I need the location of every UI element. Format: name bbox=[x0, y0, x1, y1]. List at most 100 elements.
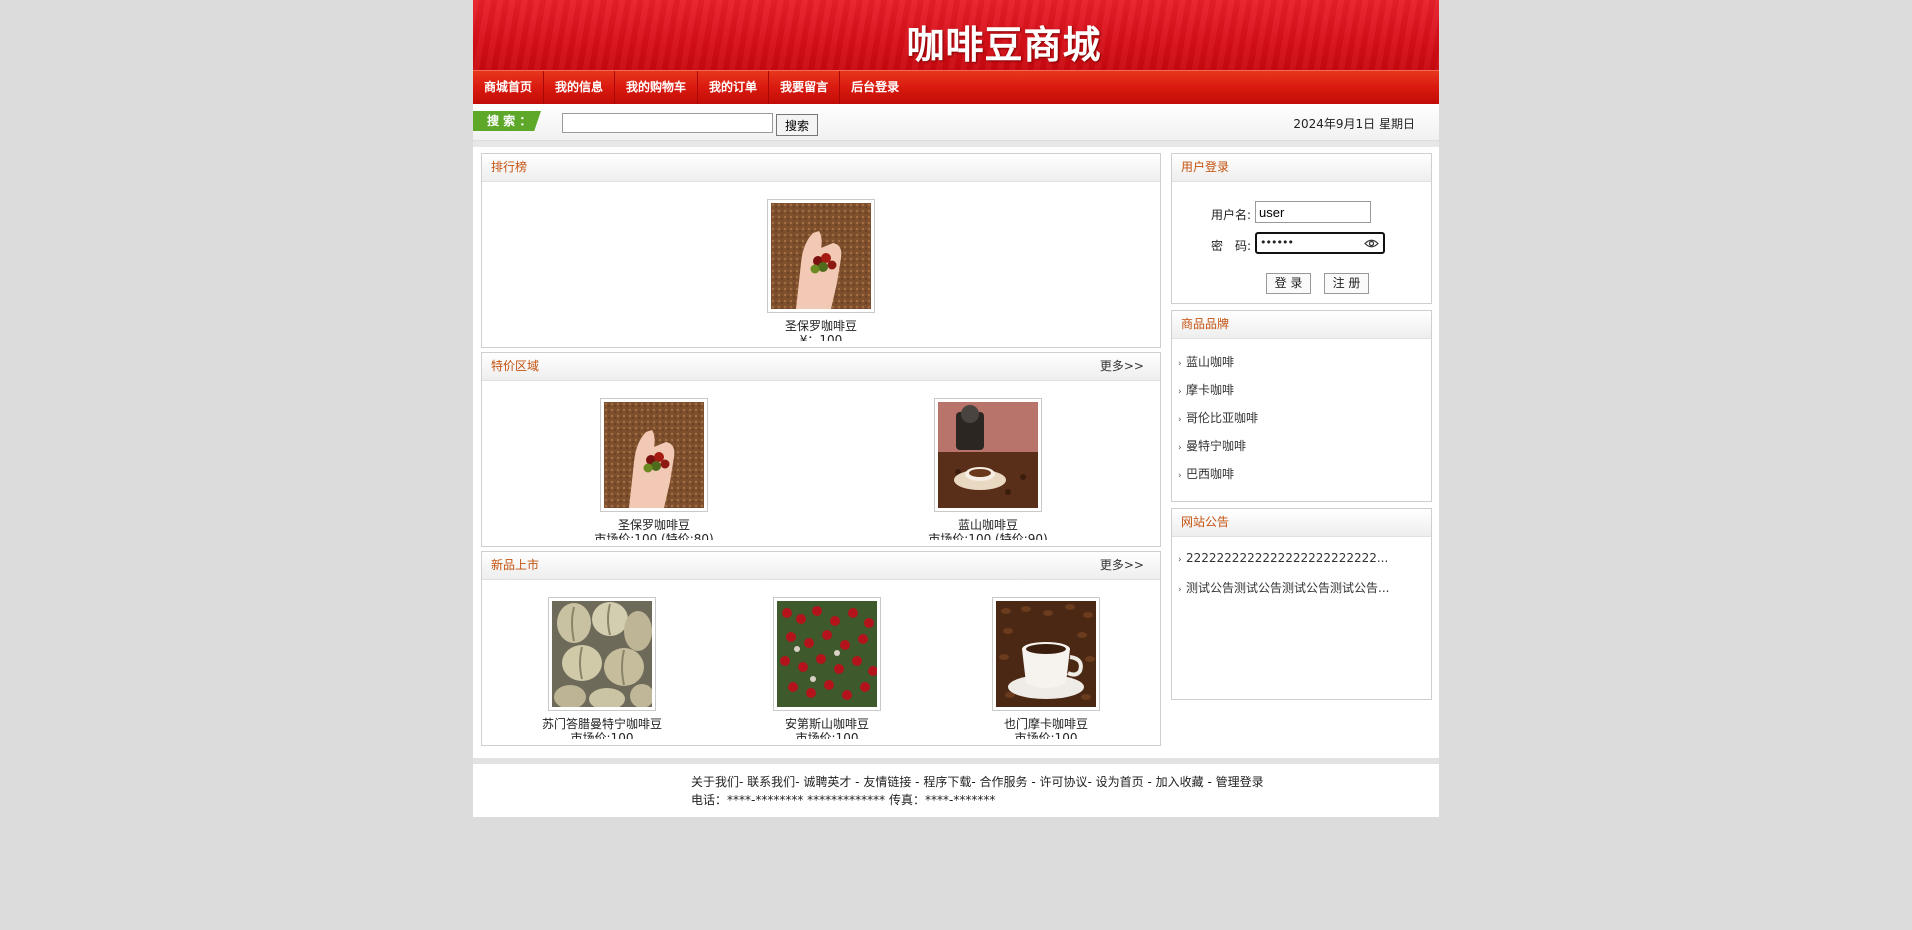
product-name[interactable]: 蓝山咖啡豆 bbox=[903, 516, 1073, 533]
main-nav: 商城首页 我的信息 我的购物车 我的订单 我要留言 后台登录 bbox=[473, 70, 1439, 104]
bullet-icon: › bbox=[1178, 443, 1182, 453]
product-card[interactable]: 圣保罗咖啡豆 ¥：100 bbox=[736, 199, 906, 341]
bullet-icon: › bbox=[1178, 471, 1182, 481]
bullet-icon: › bbox=[1178, 585, 1182, 595]
special-more-link[interactable]: 更多>> bbox=[1100, 353, 1144, 380]
notice-label[interactable]: 测试公告测试公告测试公告测试公告... bbox=[1186, 581, 1389, 595]
site-title: 咖啡豆商城 bbox=[906, 23, 1102, 67]
register-button[interactable]: 注 册 bbox=[1324, 273, 1369, 294]
brand-label[interactable]: 摩卡咖啡 bbox=[1186, 383, 1234, 397]
phone-value: ****-******** ************* bbox=[727, 793, 886, 807]
footer-link-license[interactable]: 许可协议 bbox=[1039, 775, 1087, 789]
nav-item-my-info[interactable]: 我的信息 bbox=[544, 71, 616, 104]
product-image[interactable] bbox=[767, 199, 875, 313]
nav-item-cart[interactable]: 我的购物车 bbox=[615, 71, 699, 104]
bullet-icon: › bbox=[1178, 387, 1182, 397]
footer-link-admin[interactable]: 管理登录 bbox=[1216, 775, 1264, 789]
special-title: 特价区域 更多>> bbox=[482, 353, 1160, 381]
product-name[interactable]: 苏门答腊曼特宁咖啡豆 bbox=[517, 715, 687, 732]
login-panel: 用户登录 用户名: 密 码: •••••• 登 录 注 册 bbox=[1171, 153, 1432, 304]
notice-item[interactable]: › 2222222222222222222222222... bbox=[1178, 551, 1388, 565]
bullet-icon: › bbox=[1178, 359, 1182, 369]
footer-link-download[interactable]: 程序下载 bbox=[923, 775, 971, 789]
product-image[interactable] bbox=[934, 398, 1042, 512]
password-field[interactable]: •••••• bbox=[1255, 232, 1385, 254]
username-field[interactable] bbox=[1255, 201, 1371, 223]
brand-item[interactable]: › 蓝山咖啡 bbox=[1178, 353, 1234, 370]
footer-link-jobs[interactable]: 诚聘英才 bbox=[803, 775, 851, 789]
notice-label[interactable]: 2222222222222222222222222... bbox=[1186, 551, 1388, 565]
password-value: •••••• bbox=[1260, 236, 1294, 249]
brand-label[interactable]: 巴西咖啡 bbox=[1186, 467, 1234, 481]
footer-link-cooperation[interactable]: 合作服务 bbox=[979, 775, 1027, 789]
product-card[interactable]: 也门摩卡咖啡豆 市场价:100 bbox=[961, 597, 1131, 739]
product-image[interactable] bbox=[548, 597, 656, 711]
product-name[interactable]: 也门摩卡咖啡豆 bbox=[961, 715, 1131, 732]
product-image[interactable] bbox=[773, 597, 881, 711]
footer-link-bookmark[interactable]: 加入收藏 bbox=[1156, 775, 1204, 789]
fax-label: 传真： bbox=[889, 793, 926, 807]
brands-panel: 商品品牌 › 蓝山咖啡 › 摩卡咖啡 › 哥伦比亚咖啡 › 曼特宁咖啡 › 巴西咖啡 bbox=[1171, 310, 1432, 502]
current-date: 2024年9月1日 星期日 bbox=[1293, 117, 1415, 131]
brand-item[interactable]: › 摩卡咖啡 bbox=[1178, 381, 1234, 398]
brand-item[interactable]: › 曼特宁咖啡 bbox=[1178, 437, 1246, 454]
nav-item-orders[interactable]: 我的订单 bbox=[698, 71, 770, 104]
header-banner: 咖啡豆商城 bbox=[473, 0, 1439, 70]
password-label: 密 码: bbox=[1211, 239, 1252, 253]
new-arrivals-title-text: 新品上市 bbox=[491, 558, 540, 572]
product-card[interactable]: 安第斯山咖啡豆 市场价:100 bbox=[742, 597, 912, 739]
ranking-panel: 排行榜 圣保罗咖啡豆 ¥：100 bbox=[481, 153, 1161, 348]
product-image[interactable] bbox=[992, 597, 1100, 711]
notices-title: 网站公告 bbox=[1172, 509, 1431, 537]
footer-link-about[interactable]: 关于我们 bbox=[691, 775, 739, 789]
product-name[interactable]: 圣保罗咖啡豆 bbox=[736, 317, 906, 334]
special-panel: 特价区域 更多>> 圣保罗咖啡豆 市场价:100 (特价:80) 蓝山咖啡豆 市… bbox=[481, 352, 1161, 547]
brand-item[interactable]: › 哥伦比亚咖啡 bbox=[1178, 409, 1258, 426]
brand-label[interactable]: 哥伦比亚咖啡 bbox=[1186, 411, 1258, 425]
reveal-password-icon[interactable] bbox=[1364, 237, 1379, 254]
search-label: 搜 索 ： bbox=[473, 111, 541, 131]
product-price: 市场价:100 bbox=[570, 732, 634, 739]
divider bbox=[473, 141, 1439, 147]
search-button[interactable]: 搜索 bbox=[776, 114, 818, 136]
notice-item[interactable]: › 测试公告测试公告测试公告测试公告... bbox=[1178, 579, 1389, 596]
special-title-text: 特价区域 bbox=[491, 359, 540, 373]
product-name[interactable]: 圣保罗咖啡豆 bbox=[569, 516, 739, 533]
footer-contact: 电话：****-******** ************* 传真：****-*… bbox=[691, 791, 995, 808]
brand-label[interactable]: 曼特宁咖啡 bbox=[1186, 439, 1246, 453]
page-container: 咖啡豆商城 商城首页 我的信息 我的购物车 我的订单 我要留言 后台登录 搜 索… bbox=[473, 0, 1439, 817]
bullet-icon: › bbox=[1178, 555, 1182, 565]
product-card[interactable]: 圣保罗咖啡豆 市场价:100 (特价:80) bbox=[569, 398, 739, 540]
brand-item[interactable]: › 巴西咖啡 bbox=[1178, 465, 1234, 482]
product-card[interactable]: 蓝山咖啡豆 市场价:100 (特价:90) bbox=[903, 398, 1073, 540]
product-price: 市场价:100 bbox=[1014, 732, 1078, 739]
product-card[interactable]: 苏门答腊曼特宁咖啡豆 市场价:100 bbox=[517, 597, 687, 739]
new-arrivals-more-link[interactable]: 更多>> bbox=[1100, 552, 1144, 579]
nav-item-home[interactable]: 商城首页 bbox=[473, 71, 545, 104]
footer-link-contact[interactable]: 联系我们 bbox=[747, 775, 795, 789]
bullet-icon: › bbox=[1178, 415, 1182, 425]
product-price: 市场价:100 (特价:80) bbox=[594, 533, 714, 540]
brand-label[interactable]: 蓝山咖啡 bbox=[1186, 355, 1234, 369]
footer: 关于我们- 联系我们- 诚聘英才 - 友情链接 - 程序下载- 合作服务 - 许… bbox=[473, 764, 1439, 817]
new-arrivals-title: 新品上市 更多>> bbox=[482, 552, 1160, 580]
login-title: 用户登录 bbox=[1172, 154, 1431, 182]
login-button[interactable]: 登 录 bbox=[1266, 273, 1311, 294]
product-price: ¥：100 bbox=[799, 334, 843, 341]
product-price: 市场价:100 bbox=[795, 732, 859, 739]
nav-item-admin-login[interactable]: 后台登录 bbox=[840, 71, 910, 104]
new-arrivals-panel: 新品上市 更多>> 苏门答腊曼特宁咖啡豆 市场价:100 安第斯山咖啡豆 市场价… bbox=[481, 551, 1161, 746]
search-input[interactable] bbox=[562, 113, 773, 133]
username-label: 用户名: bbox=[1211, 208, 1252, 222]
fax-value: ****-******* bbox=[925, 793, 996, 807]
footer-link-set-home[interactable]: 设为首页 bbox=[1096, 775, 1144, 789]
phone-label: 电话： bbox=[691, 793, 728, 807]
footer-link-friends[interactable]: 友情链接 bbox=[863, 775, 911, 789]
product-image[interactable] bbox=[600, 398, 708, 512]
product-price: 市场价:100 (特价:90) bbox=[928, 533, 1048, 540]
product-name[interactable]: 安第斯山咖啡豆 bbox=[742, 715, 912, 732]
search-bar: 搜 索 ： 搜索 2024年9月1日 星期日 bbox=[473, 104, 1439, 141]
footer-links: 关于我们- 联系我们- 诚聘英才 - 友情链接 - 程序下载- 合作服务 - 许… bbox=[691, 775, 1264, 789]
brands-title: 商品品牌 bbox=[1172, 311, 1431, 339]
nav-item-message[interactable]: 我要留言 bbox=[769, 71, 841, 104]
